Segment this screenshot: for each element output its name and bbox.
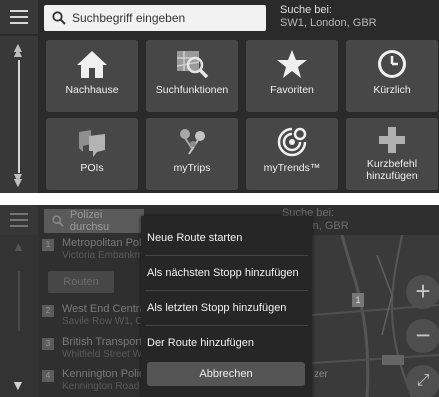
tile-recent[interactable]: Kürzlich <box>346 40 438 112</box>
tile-label: POIs <box>80 162 104 174</box>
result-number: 2 <box>42 305 54 317</box>
result-address: Whitfield Street W <box>62 349 143 360</box>
menu-bar-icon <box>10 22 28 24</box>
home-icon <box>77 51 107 78</box>
cancel-button[interactable]: Abbrechen <box>147 362 305 386</box>
menu-button[interactable] <box>0 205 38 235</box>
pins-icon <box>180 129 205 155</box>
tile-label: Favoriten <box>270 84 314 96</box>
tile-home[interactable]: Nachhause <box>46 40 138 112</box>
tile-mytrips[interactable]: myTrips <box>146 118 238 190</box>
routes-button[interactable]: Routen <box>48 271 114 293</box>
menu-bar-icon <box>10 16 28 18</box>
scrollbar[interactable]: ▲ ▲ ▼ ▼ <box>0 36 38 193</box>
menu-bar-icon <box>10 219 28 221</box>
tile-mytrends[interactable]: myTrends™ <box>246 118 338 190</box>
zoom-out-button[interactable]: − <box>406 319 439 353</box>
menu-button[interactable] <box>0 0 38 34</box>
result-number: 1 <box>42 239 54 251</box>
tile-label: Nachhause <box>65 84 119 96</box>
result-name: British Transport <box>62 336 143 348</box>
tile-search-functions[interactable]: Suchfunktionen <box>146 40 238 112</box>
tile-label: myTrends™ <box>263 162 321 174</box>
result-name: Kennington Police <box>62 368 151 380</box>
tile-pois[interactable]: POIs <box>46 118 138 190</box>
poi-flags-icon <box>79 130 105 157</box>
add-to-route-option[interactable]: Der Route hinzufügen <box>141 326 312 360</box>
result-name: Metropolitan Poli <box>62 237 144 249</box>
list-item[interactable]: 1 Metropolitan Poli Victoria Embankm <box>38 235 144 269</box>
start-new-route-option[interactable]: Neue Route starten <box>141 221 312 255</box>
result-number: 4 <box>42 370 54 382</box>
list-item[interactable]: 2 West End Central Savile Row W1, C <box>38 301 148 335</box>
clock-icon <box>378 50 406 78</box>
tile-label: myTrips <box>173 162 211 174</box>
scroll-up-icon[interactable]: ▲ <box>12 239 25 254</box>
scrollbar[interactable]: ▲ ▼ <box>0 235 38 397</box>
tile-label: Suchfunktionen <box>155 84 229 96</box>
result-number: 3 <box>42 338 54 350</box>
route-options-popup: Neue Route starten Als nächsten Stopp hi… <box>141 216 312 397</box>
menu-bar-icon <box>10 225 28 227</box>
tile-favorites[interactable]: Favoriten <box>246 40 338 112</box>
plus-icon: + <box>415 276 431 306</box>
list-item[interactable]: 3 British Transport Whitfield Street W <box>38 334 142 368</box>
map-search-icon <box>176 51 209 79</box>
trends-icon <box>277 127 307 157</box>
fullscreen-button[interactable]: ⤢ <box>406 365 439 397</box>
map-label: zer <box>314 369 328 380</box>
menu-bar-icon <box>10 10 28 12</box>
scroll-track[interactable] <box>18 60 20 173</box>
search-input[interactable]: Polizei durchsu <box>44 209 144 233</box>
scroll-down-icon[interactable]: ▼ <box>11 377 25 393</box>
result-name: West End Central <box>62 303 149 315</box>
search-results-panel: Polizei durchsu Suche bei: London, GBR ▲… <box>0 205 439 397</box>
search-placeholder: Suchbegriff eingeben <box>72 11 186 25</box>
tile-add-shortcut[interactable]: Kurzbefehl hinzufügen <box>346 118 438 190</box>
add-next-stop-option[interactable]: Als nächsten Stopp hinzufügen <box>141 256 312 290</box>
tile-label: Kürzlich <box>373 84 411 96</box>
map-marker[interactable]: 1 <box>352 293 364 307</box>
main-menu-panel: Suchbegriff eingeben Suche bei: SW1, Lon… <box>0 0 439 193</box>
scroll-down-icon[interactable]: ▼ ▼ <box>11 161 25 189</box>
tile-label: Kurzbefehl hinzufügen <box>366 158 418 182</box>
star-icon <box>277 50 307 78</box>
plus-icon <box>379 127 405 153</box>
scroll-track[interactable] <box>18 271 20 331</box>
search-input[interactable]: Suchbegriff eingeben <box>44 5 266 31</box>
menu-bar-icon <box>10 213 28 215</box>
search-icon <box>52 215 64 227</box>
expand-icon: ⤢ <box>416 372 430 389</box>
add-last-stop-option[interactable]: Als letzten Stopp hinzufügen <box>141 291 312 325</box>
zoom-in-button[interactable]: + <box>406 275 439 309</box>
minus-icon: − <box>415 320 431 350</box>
search-icon <box>52 11 66 25</box>
search-in-button[interactable]: Suche bei: SW1, London, GBR <box>272 4 439 34</box>
search-query: Polizei durchsu <box>69 209 110 233</box>
result-address: Savile Row W1, C <box>62 316 143 327</box>
search-in-label: Suche bei: <box>280 4 332 16</box>
result-address: Victoria Embankm <box>62 250 143 261</box>
search-in-value: SW1, London, GBR <box>280 17 377 29</box>
